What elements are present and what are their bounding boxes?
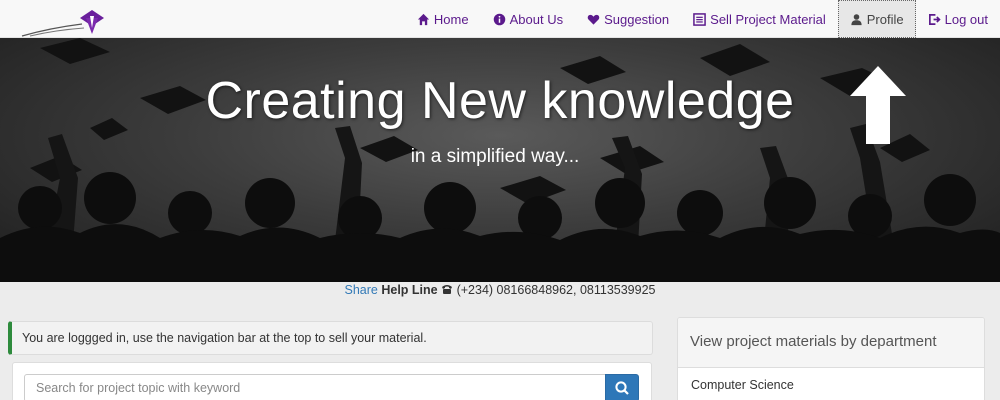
hero-banner: Creating New knowledge in a simplified w…: [0, 38, 1000, 282]
helpline-label: Help Line: [381, 283, 438, 297]
user-icon: [851, 13, 862, 25]
nav-profile-label: Profile: [866, 11, 904, 27]
site-logo[interactable]: [20, 6, 110, 38]
helpline-bar: Share Help Line (+234) 08166848962, 0811…: [0, 283, 1000, 297]
hero-subtitle: in a simplified way...: [410, 146, 580, 167]
share-link[interactable]: Share: [345, 283, 378, 297]
login-alert: You are loggged in, use the navigation b…: [8, 321, 653, 355]
nav-about-us[interactable]: About Us: [481, 0, 575, 38]
department-item[interactable]: Computer Science: [678, 368, 984, 400]
heart-icon: [587, 14, 600, 25]
nav-home[interactable]: Home: [405, 0, 481, 38]
nav-profile[interactable]: Profile: [837, 0, 916, 38]
departments-panel: View project materials by department Com…: [677, 317, 985, 400]
nav-home-label: Home: [433, 11, 469, 27]
departments-title: View project materials by department: [678, 318, 984, 368]
phone-icon: [442, 285, 453, 294]
info-icon: [493, 13, 505, 25]
nav-sell-project-material[interactable]: Sell Project Material: [681, 0, 838, 38]
search-icon: [615, 381, 629, 395]
home-icon: [417, 13, 429, 25]
logout-icon: [928, 13, 941, 25]
alert-message: You are loggged in, use the navigation b…: [22, 331, 427, 345]
up-arrow-icon: [850, 66, 906, 144]
nav-logout-label: Log out: [944, 11, 988, 27]
main-nav: Home About Us Suggestion Sell Project Ma…: [405, 0, 1000, 38]
nav-suggestion-label: Suggestion: [604, 11, 670, 27]
navbar: Home About Us Suggestion Sell Project Ma…: [0, 0, 1000, 38]
nav-suggestion[interactable]: Suggestion: [575, 0, 681, 38]
search-button[interactable]: [605, 374, 639, 400]
search-panel: [12, 362, 652, 400]
list-icon: [693, 12, 706, 26]
nav-about-label: About Us: [509, 11, 564, 27]
nav-sell-label: Sell Project Material: [710, 11, 826, 27]
nav-log-out[interactable]: Log out: [916, 0, 1000, 38]
helpline-numbers: (+234) 08166848962, 08113539925: [456, 283, 656, 297]
search-input[interactable]: [24, 374, 606, 400]
